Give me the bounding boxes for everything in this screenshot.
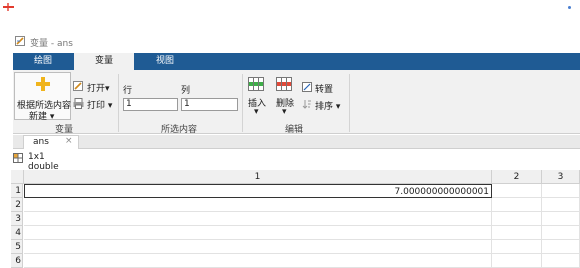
row-header-2[interactable]: 2 — [11, 198, 23, 212]
ribbon: 根据所选内容 新建 ▾ 打开▾ 打印 ▾ 变量 行 列 1 1 所选内容 插入 … — [13, 70, 580, 135]
grid-cell[interactable] — [24, 240, 492, 254]
ribbon-separator — [118, 74, 119, 132]
grid-cell[interactable] — [24, 198, 492, 212]
row-header-4[interactable]: 4 — [11, 226, 23, 240]
status-dot — [568, 6, 571, 9]
grid-cell[interactable] — [492, 212, 542, 226]
document-tab-bar: ans × — [13, 135, 580, 149]
group-variable-label: 变量 — [55, 125, 74, 135]
toolstrip-tab-bar: 绘图 变量 视图 — [13, 53, 580, 71]
open-icon — [73, 81, 83, 91]
grid-corner — [11, 170, 24, 184]
ribbon-separator — [349, 74, 350, 132]
grid-cell[interactable] — [24, 254, 492, 268]
window-title: 变量 - ans — [30, 39, 73, 49]
tab-variable[interactable]: 变量 — [74, 53, 134, 71]
variable-editor-icon — [15, 36, 25, 46]
grid-cell[interactable] — [542, 198, 580, 212]
grid-cell[interactable] — [492, 240, 542, 254]
grid-cell[interactable] — [492, 226, 542, 240]
row-header-3[interactable]: 3 — [11, 212, 23, 226]
grid-icon — [13, 153, 23, 163]
row-field[interactable]: 1 — [123, 98, 178, 111]
grid-cell[interactable] — [492, 184, 542, 198]
row-header-6[interactable]: 6 — [11, 254, 23, 268]
printer-icon — [73, 98, 84, 109]
tab-plots[interactable]: 绘图 — [13, 53, 73, 70]
column-field[interactable]: 1 — [181, 98, 238, 111]
grid-cell[interactable] — [542, 254, 580, 268]
close-icon[interactable]: × — [65, 136, 73, 146]
group-selection-label: 所选内容 — [161, 125, 198, 135]
annotation-mark-icon — [3, 3, 14, 11]
grid-cell[interactable] — [24, 226, 492, 240]
column-label: 列 — [181, 86, 191, 96]
selected-cell[interactable]: 7.000000000000001 — [24, 184, 492, 198]
insert-button[interactable]: 插入 ▾ — [246, 77, 270, 119]
row-label: 行 — [123, 86, 133, 96]
document-tab-label: ans — [33, 137, 49, 147]
ribbon-separator — [242, 74, 243, 132]
sort-label: 排序 ▾ — [315, 102, 341, 112]
row-header-5[interactable]: 5 — [11, 240, 23, 254]
delete-dropdown-icon: ▾ — [282, 107, 287, 117]
open-label: 打开▾ — [87, 84, 110, 94]
sort-icon — [302, 100, 311, 109]
grid-cell[interactable] — [542, 212, 580, 226]
delete-icon — [276, 77, 292, 91]
grid-cell[interactable] — [542, 240, 580, 254]
variable-grid: 1 2 3 1 2 3 4 5 6 7.000000000000001 — [11, 170, 580, 268]
column-header-3[interactable]: 3 — [542, 170, 580, 184]
transpose-label: 转置 — [315, 85, 334, 95]
delete-button[interactable]: 删除 ▾ — [274, 77, 298, 119]
tab-view[interactable]: 视图 — [135, 53, 195, 70]
grid-cell[interactable] — [542, 184, 580, 198]
grid-cell[interactable] — [24, 212, 492, 226]
top-strip — [0, 0, 580, 30]
document-tab-ans[interactable]: ans × — [23, 135, 79, 149]
row-header-1[interactable]: 1 — [11, 184, 23, 198]
title-bar: 变量 - ans — [0, 32, 580, 50]
column-header-1[interactable]: 1 — [24, 170, 492, 184]
new-label: 新建 ▾ — [29, 112, 55, 122]
transpose-icon — [302, 82, 312, 92]
variable-size-type: 1x1 double — [28, 152, 59, 172]
plus-icon — [36, 77, 50, 91]
group-edit-label: 编辑 — [285, 125, 304, 135]
grid-cell[interactable] — [542, 226, 580, 240]
insert-icon — [248, 77, 264, 91]
new-from-selection-button[interactable]: 根据所选内容 新建 ▾ — [14, 72, 71, 122]
print-label: 打印 ▾ — [87, 101, 113, 111]
insert-dropdown-icon: ▾ — [254, 107, 259, 117]
grid-cell[interactable] — [492, 198, 542, 212]
column-header-2[interactable]: 2 — [492, 170, 542, 184]
grid-cell[interactable] — [492, 254, 542, 268]
